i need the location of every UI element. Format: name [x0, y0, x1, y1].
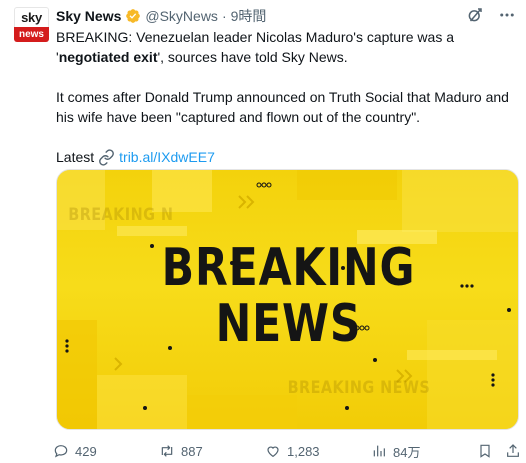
- bold-text: negotiated exit: [58, 49, 158, 65]
- media-image[interactable]: BREAKING N BREAKING NEWS BREAKING NEWS: [56, 169, 519, 430]
- short-link[interactable]: trib.al/IXdwEE7: [119, 147, 215, 167]
- verified-badge-icon[interactable]: [125, 8, 141, 24]
- display-name[interactable]: Sky News: [56, 8, 121, 24]
- views-count: 84万: [393, 444, 421, 460]
- media-headline-news: NEWS: [215, 294, 362, 354]
- media-ghost-text-bottom: BREAKING NEWS: [287, 378, 431, 398]
- views-icon: [373, 445, 385, 457]
- bookmark-button[interactable]: [477, 441, 493, 461]
- reply-count: 429: [75, 443, 97, 459]
- avatar-sky-text: sky: [21, 9, 42, 25]
- avatar[interactable]: sky news: [14, 7, 49, 42]
- media-ghost-text-top: BREAKING N: [68, 205, 174, 225]
- tweet-card[interactable]: sky news Sky News @SkyNews · 9時間 BREAKIN…: [0, 0, 526, 463]
- share-icon: [507, 444, 519, 457]
- share-button[interactable]: [505, 441, 521, 461]
- avatar-news-text: news: [14, 27, 49, 42]
- tweet-text: BREAKING: Venezuelan leader Nicolas Madu…: [56, 27, 516, 167]
- repost-count: 887: [181, 443, 203, 459]
- media-headline-breaking: BREAKING: [161, 238, 416, 298]
- latest-label: Latest: [56, 149, 95, 165]
- heart-icon: [267, 446, 279, 458]
- more-icon[interactable]: [498, 6, 516, 24]
- handle[interactable]: @SkyNews: [145, 8, 218, 24]
- text-part: ', sources have told Sky News.: [157, 49, 348, 65]
- separator-dot: ·: [221, 8, 227, 24]
- reply-icon: [54, 445, 68, 458]
- tweet-paragraph-1: BREAKING: Venezuelan leader Nicolas Madu…: [56, 27, 516, 67]
- tweet-paragraph-3: Latest trib.al/IXdwEE7: [56, 147, 516, 167]
- tweet-header: Sky News @SkyNews · 9時間: [56, 7, 266, 25]
- repost-icon: [161, 445, 173, 457]
- like-count: 1,283: [287, 443, 320, 459]
- reply-button[interactable]: 429: [53, 441, 97, 461]
- repost-button[interactable]: 887: [159, 441, 203, 461]
- header-actions: [466, 6, 516, 24]
- grok-icon[interactable]: [466, 6, 484, 24]
- views-button[interactable]: 84万: [371, 441, 420, 461]
- action-bar: 429 887 1,283 84万: [53, 441, 523, 461]
- link-icon: [98, 148, 115, 166]
- timestamp[interactable]: 9時間: [231, 6, 267, 26]
- like-button[interactable]: 1,283: [265, 441, 320, 461]
- tweet-paragraph-2: It comes after Donald Trump announced on…: [56, 89, 509, 125]
- bookmark-icon: [480, 444, 490, 458]
